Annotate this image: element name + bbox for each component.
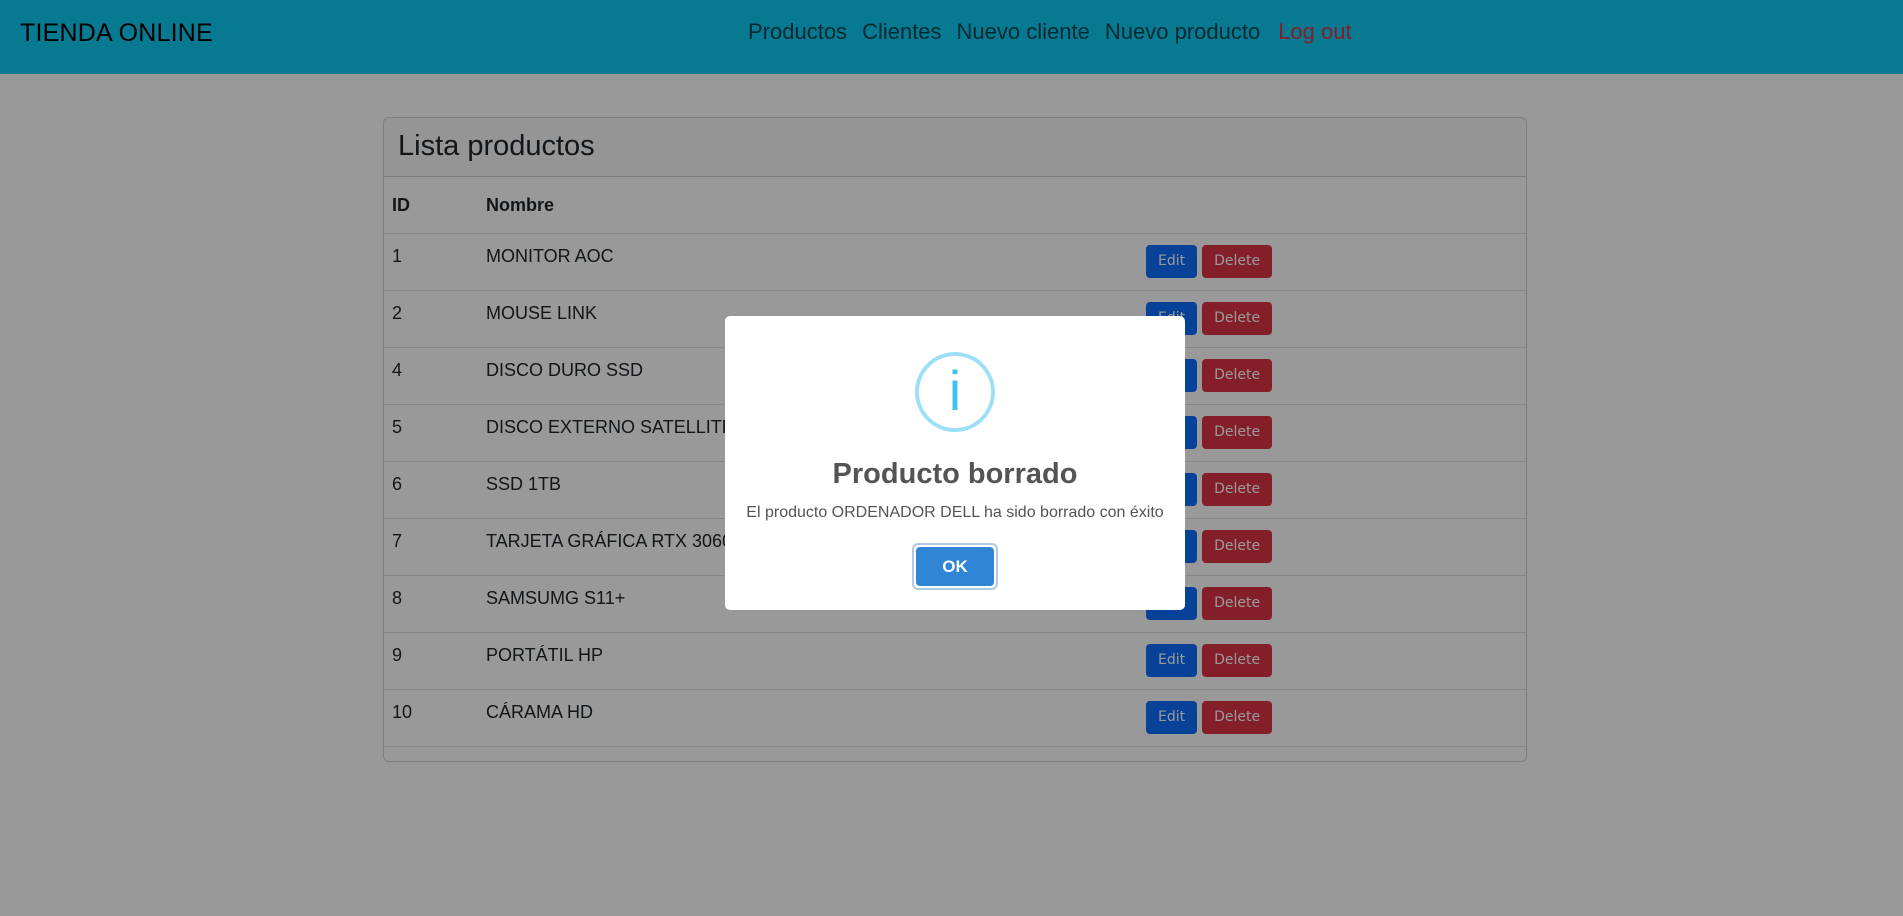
dialog-message: El producto ORDENADOR DELL ha sido borra… [746,504,1164,521]
ok-button[interactable]: OK [916,547,994,586]
alert-dialog: i Producto borrado El producto ORDENADOR… [725,316,1185,610]
dialog-title: Producto borrado [832,458,1078,490]
ok-button-focus-ring: OK [912,543,998,590]
info-icon: i [915,352,995,432]
